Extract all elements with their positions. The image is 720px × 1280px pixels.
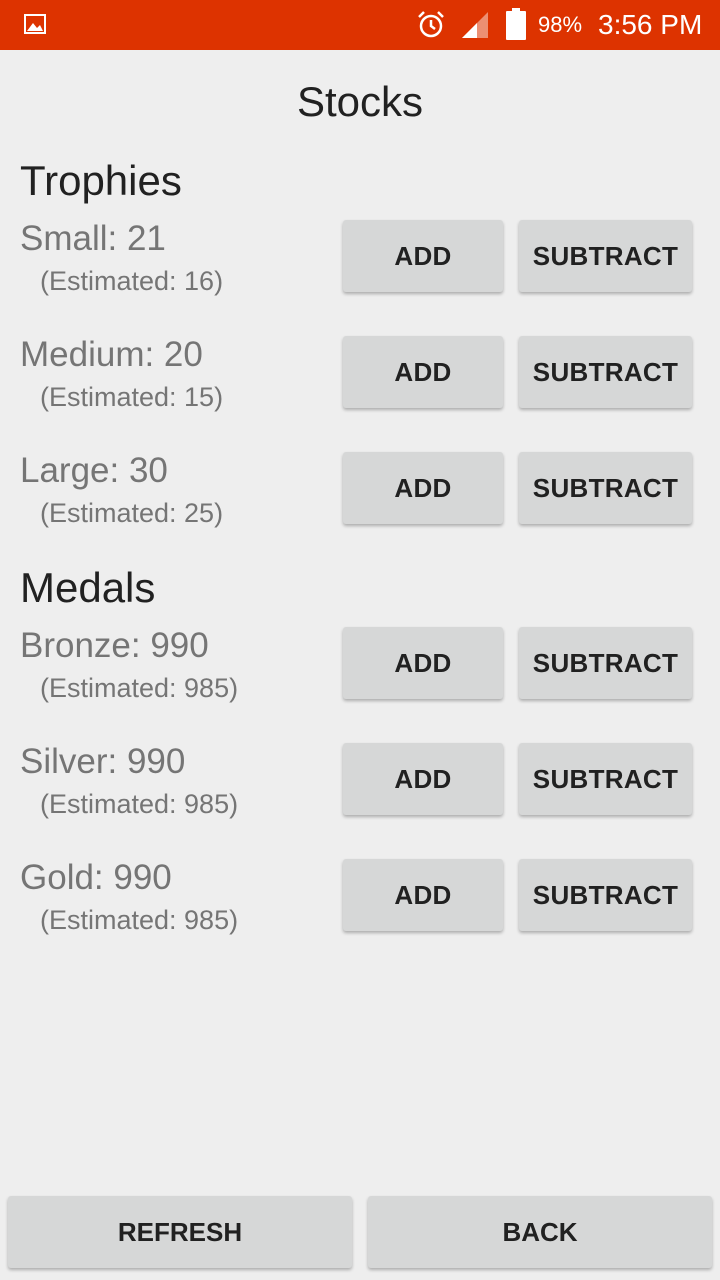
large-trophy-add-button[interactable]: ADD <box>343 452 503 524</box>
status-bar: 98% 3:56 PM <box>0 0 720 50</box>
small-trophy-estimate: (Estimated: 16) <box>40 266 224 296</box>
page-title: Stocks <box>296 78 424 125</box>
medals-heading: Medals <box>20 564 156 611</box>
large-trophy-subtract-button[interactable]: SUBTRACT <box>519 452 692 524</box>
silver-medal-estimate: (Estimated: 985) <box>40 789 239 819</box>
refresh-button[interactable]: REFRESH <box>8 1196 352 1268</box>
bronze-medal-count: Bronze: 990 <box>20 626 209 665</box>
gold-medal-add-button[interactable]: ADD <box>343 859 503 931</box>
gold-medal-count: Gold: 990 <box>20 858 172 897</box>
medium-trophy-add-button[interactable]: ADD <box>343 336 503 408</box>
silver-medal-subtract-button[interactable]: SUBTRACT <box>519 743 692 815</box>
battery-icon <box>506 8 526 40</box>
small-trophy-add-button[interactable]: ADD <box>343 220 503 292</box>
large-trophy-estimate: (Estimated: 25) <box>40 498 224 528</box>
clock: 3:56 PM <box>598 9 703 40</box>
silver-medal-add-button[interactable]: ADD <box>343 743 503 815</box>
signal-icon <box>462 12 488 38</box>
medium-trophy-count: Medium: 20 <box>20 335 203 374</box>
trophies-heading: Trophies <box>20 157 182 204</box>
bronze-medal-add-button[interactable]: ADD <box>343 627 503 699</box>
small-trophy-subtract-button[interactable]: SUBTRACT <box>519 220 692 292</box>
silver-medal-count: Silver: 990 <box>20 742 186 781</box>
gallery-icon <box>24 14 46 34</box>
medium-trophy-estimate: (Estimated: 15) <box>40 382 224 412</box>
bronze-medal-subtract-button[interactable]: SUBTRACT <box>519 627 692 699</box>
back-button[interactable]: BACK <box>368 1196 712 1268</box>
battery-percent: 98% <box>538 12 583 37</box>
alarm-icon <box>418 11 444 38</box>
small-trophy-count: Small: 21 <box>20 219 166 258</box>
medium-trophy-subtract-button[interactable]: SUBTRACT <box>519 336 692 408</box>
large-trophy-count: Large: 30 <box>20 451 168 490</box>
bronze-medal-estimate: (Estimated: 985) <box>40 673 239 703</box>
gold-medal-subtract-button[interactable]: SUBTRACT <box>519 859 692 931</box>
gold-medal-estimate: (Estimated: 985) <box>40 905 239 935</box>
